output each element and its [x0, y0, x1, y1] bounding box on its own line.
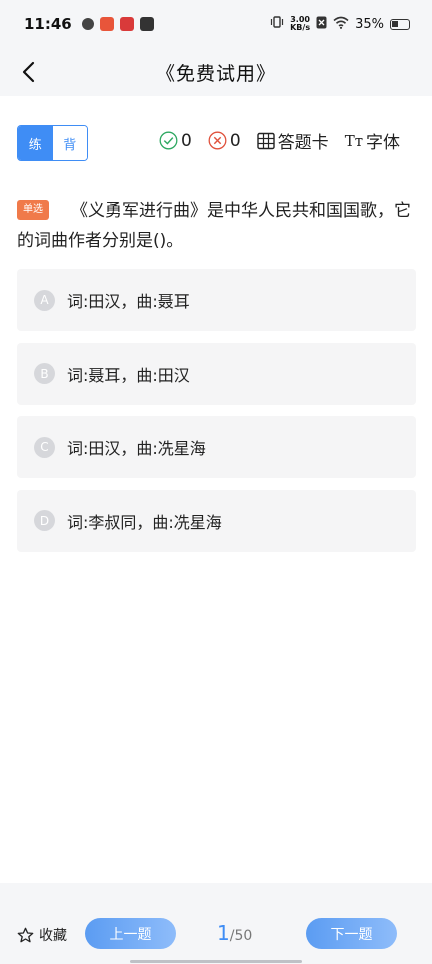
favorite-label: 收藏	[39, 928, 67, 944]
sim-off-icon	[316, 16, 327, 33]
option-a[interactable]: A 词:田汉，曲:聂耳	[17, 269, 416, 331]
status-time: 11:46	[24, 15, 72, 33]
page-indicator: 1 /50	[217, 921, 252, 945]
option-text: 词:田汉，曲:聂耳	[67, 292, 190, 311]
star-icon	[17, 927, 34, 942]
bottom-bar: 收藏 上一题 1 /50 下一题	[0, 883, 432, 964]
check-circle-icon	[159, 131, 178, 150]
question-type-badge: 单选	[17, 200, 49, 220]
vibrate-icon	[270, 15, 284, 33]
font-label: 字体	[366, 133, 400, 153]
question-text: 《义勇军进行曲》是中华人民共和国国歌，它的词曲作者分别是()。	[17, 201, 411, 251]
option-letter: C	[34, 436, 55, 458]
option-b[interactable]: B 词:聂耳，曲:田汉	[17, 342, 416, 405]
x-circle-icon	[208, 131, 227, 150]
option-letter: B	[34, 363, 55, 384]
back-button[interactable]	[14, 58, 42, 86]
answer-card-label: 答题卡	[277, 133, 329, 153]
app-notification-icon	[99, 17, 114, 31]
option-c[interactable]: C 词:田汉，曲:冼星海	[17, 416, 416, 478]
mode-practice-button[interactable]: 练	[18, 126, 53, 160]
option-text: 词:聂耳，曲:田汉	[67, 365, 190, 385]
status-right: 3.00 KB/s 35%	[270, 15, 410, 33]
app-notification-icon	[81, 18, 94, 30]
wrong-count: 0	[229, 130, 241, 151]
correct-count-stat: 0	[159, 131, 192, 151]
home-indicator[interactable]	[130, 960, 302, 963]
status-bar: 11:46 3.00 KB/s 35%	[0, 0, 432, 48]
wifi-icon	[333, 16, 349, 33]
toolbar: 练 背 0 0 答题卡 Tт 字体	[0, 120, 432, 166]
current-page: 1	[217, 921, 230, 945]
option-letter: D	[34, 510, 55, 531]
message-notification-icon	[139, 17, 154, 31]
next-question-button[interactable]: 下一题	[306, 918, 397, 949]
font-size-icon: Tт	[344, 131, 363, 150]
option-text: 词:李叔同，曲:冼星海	[67, 512, 222, 532]
mode-recite-button[interactable]: 背	[52, 126, 87, 160]
total-pages: /50	[229, 928, 253, 944]
stats-bar: 0 0 答题卡 Tт 字体	[143, 128, 400, 153]
answer-card-button[interactable]: 答题卡	[256, 128, 329, 153]
grid-icon	[256, 132, 275, 149]
correct-count: 0	[181, 130, 192, 151]
font-button[interactable]: Tт 字体	[344, 128, 400, 154]
nav-bar: 《免费试用》	[0, 48, 432, 96]
wrong-count-stat: 0	[208, 131, 241, 151]
battery-percent: 35%	[355, 16, 384, 32]
prev-question-button[interactable]: 上一题	[85, 918, 176, 949]
battery-icon	[390, 18, 410, 30]
app-notification-icon	[119, 17, 134, 31]
chevron-left-icon	[22, 61, 35, 83]
page-title: 《免费试用》	[155, 62, 276, 85]
favorite-button[interactable]: 收藏	[17, 925, 67, 945]
mode-toggle: 练 背	[17, 125, 88, 161]
net-speed-unit: KB/s	[290, 23, 311, 32]
option-d[interactable]: D 词:李叔同，曲:冼星海	[17, 489, 416, 552]
option-text: 词:田汉，曲:冼星海	[67, 439, 206, 458]
answer-options: A 词:田汉，曲:聂耳 B 词:聂耳，曲:田汉 C 词:田汉，曲:冼星海 D 词…	[17, 269, 416, 563]
network-speed: 3.00 KB/s	[290, 16, 310, 32]
status-left: 11:46	[24, 15, 154, 33]
question-stem: 单选 《义勇军进行曲》是中华人民共和国国歌，它的词曲作者分别是()。	[17, 196, 412, 256]
option-letter: A	[34, 289, 55, 311]
